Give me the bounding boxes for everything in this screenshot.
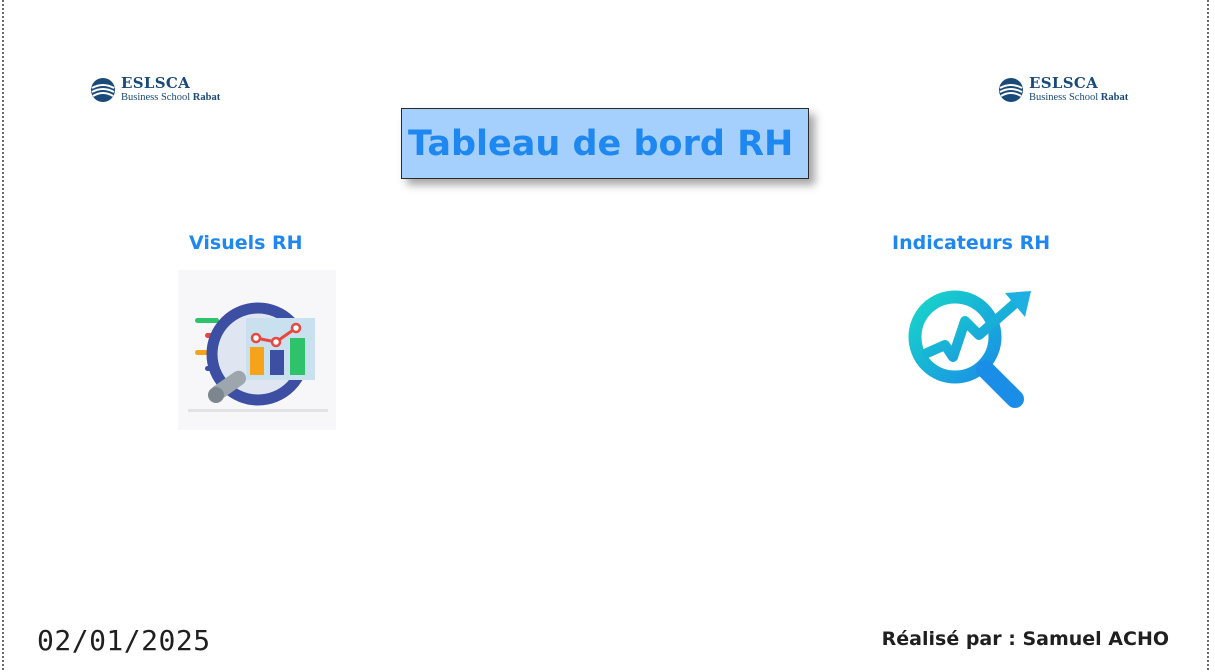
logo-subtitle: Business School Rabat <box>121 92 221 103</box>
report-date: 02/01/2025 <box>37 624 211 657</box>
trend-search-icon[interactable] <box>905 285 1035 415</box>
visuels-rh-link[interactable]: Visuels RH <box>189 232 303 254</box>
logo-subtitle: Business School Rabat <box>1029 92 1129 103</box>
logo-brand: ESLSCA <box>1029 74 1099 92</box>
eslsca-logo-icon <box>91 77 115 102</box>
eslsca-logo-left: ESLSCA Business School Rabat <box>90 76 220 104</box>
eslsca-logo-right: ESLSCA Business School Rabat <box>998 76 1128 104</box>
author-credit: Réalisé par : Samuel ACHO <box>881 628 1169 650</box>
page-title: Tableau de bord RH <box>408 123 794 164</box>
analytics-magnifier-chart-icon[interactable] <box>178 270 336 430</box>
eslsca-logo-icon <box>999 77 1023 102</box>
page-title-box: Tableau de bord RH <box>401 108 809 179</box>
indicateurs-rh-link[interactable]: Indicateurs RH <box>892 232 1050 254</box>
logo-brand: ESLSCA <box>121 74 191 92</box>
